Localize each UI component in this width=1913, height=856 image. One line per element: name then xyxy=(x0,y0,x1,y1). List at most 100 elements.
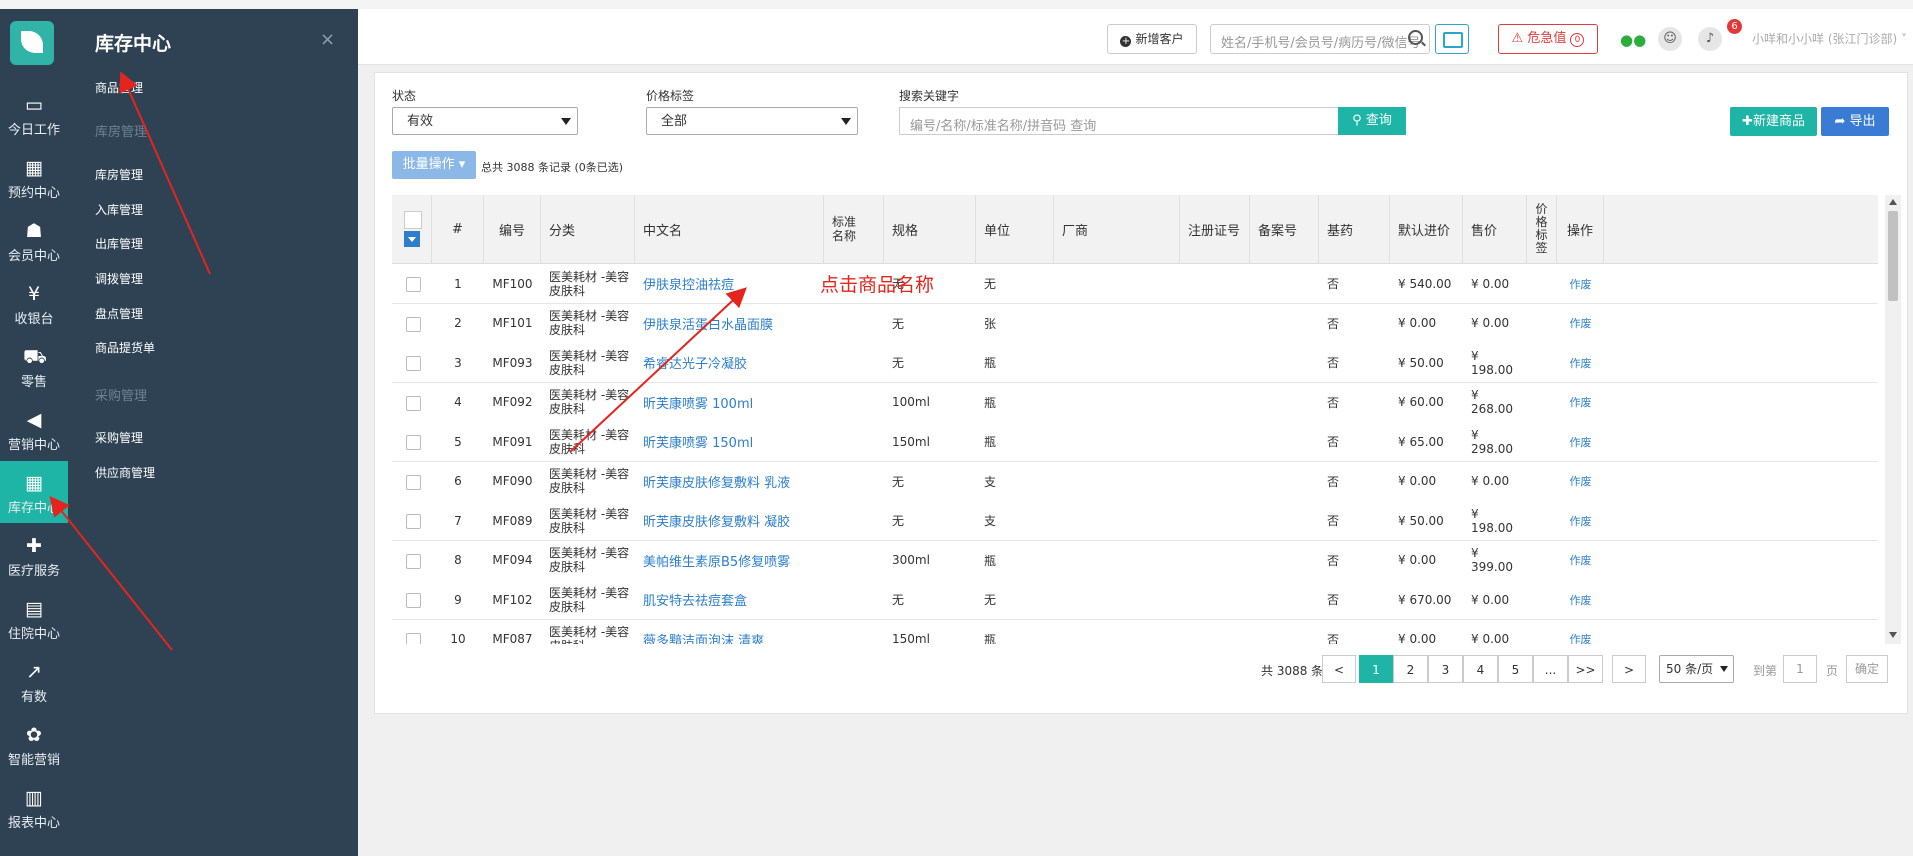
void-link[interactable]: 作废 xyxy=(1570,592,1592,608)
cell-op[interactable]: 作废 xyxy=(1557,304,1604,343)
row-checkbox[interactable] xyxy=(406,356,421,371)
export-button[interactable]: ➦ 导出 xyxy=(1821,107,1889,136)
cell-op[interactable]: 作废 xyxy=(1557,501,1604,540)
cell-text[interactable]: 昕芙康喷雾 150ml xyxy=(643,432,753,451)
goto-page-input[interactable]: 1 xyxy=(1783,655,1817,683)
submenu-item-inventory-check[interactable]: 盘点管理 xyxy=(95,305,143,322)
user-menu[interactable]: 小咩和小小咩 (张江门诊部) ˅ xyxy=(1752,30,1907,47)
scroll-thumb[interactable] xyxy=(1888,211,1898,301)
cell-text[interactable]: 伊肤泉活蛋白水晶面膜 xyxy=(643,314,773,333)
page-jump-button[interactable]: >> xyxy=(1568,655,1603,683)
row-checkbox[interactable] xyxy=(406,474,421,490)
cell-name-link[interactable]: 薇多黯洁面泡沫 清爽 xyxy=(643,620,824,645)
cell-text[interactable]: 美帕维生素原B5修复喷雾 xyxy=(643,551,790,570)
void-link[interactable]: 作废 xyxy=(1570,394,1592,410)
cell-name-link[interactable]: 肌安特去祛痘套盒 xyxy=(643,580,824,619)
cell-text[interactable]: 昕芙康皮肤修复敷料 凝胶 xyxy=(643,511,790,530)
select-all-checkbox[interactable] xyxy=(404,211,422,229)
submenu-item-inbound[interactable]: 入库管理 xyxy=(95,201,143,218)
status-select[interactable]: 有效 xyxy=(392,107,578,135)
void-link[interactable]: 作废 xyxy=(1570,276,1592,292)
page-next-button[interactable]: > xyxy=(1612,655,1646,683)
void-link[interactable]: 作废 xyxy=(1570,315,1592,331)
cell-op[interactable]: 作废 xyxy=(1557,580,1604,619)
cell-text[interactable]: 肌安特去祛痘套盒 xyxy=(643,590,747,609)
batch-action-button[interactable]: 批量操作 ▾ xyxy=(392,151,476,179)
cell-name-link[interactable]: 伊肤泉活蛋白水晶面膜 xyxy=(643,304,824,343)
page-4-button[interactable]: 4 xyxy=(1463,655,1498,683)
page-3-button[interactable]: 3 xyxy=(1428,655,1463,683)
void-link[interactable]: 作废 xyxy=(1570,434,1592,450)
cell-op[interactable]: 作废 xyxy=(1557,343,1604,382)
rail-item-2[interactable]: ▦ 预约中心 xyxy=(0,146,68,208)
void-link[interactable]: 作废 xyxy=(1570,552,1592,568)
search-icon[interactable] xyxy=(1408,30,1423,45)
row-checkbox[interactable] xyxy=(406,632,421,644)
rail-item-11[interactable]: ✿ 智能营销 xyxy=(0,713,68,775)
rail-item-8[interactable]: ✚ 医疗服务 xyxy=(0,524,68,586)
rail-item-10[interactable]: ↗ 有数 xyxy=(0,650,68,712)
query-button[interactable]: ⚲ 查询 xyxy=(1338,107,1406,135)
cell-name-link[interactable]: 昕芙康喷雾 150ml xyxy=(643,422,824,461)
void-link[interactable]: 作废 xyxy=(1570,473,1592,489)
cell-op[interactable]: 作废 xyxy=(1557,620,1604,644)
cell-op[interactable]: 作废 xyxy=(1557,422,1604,461)
row-checkbox[interactable] xyxy=(406,435,421,450)
cell-text[interactable]: 希睿达光子冷凝胶 xyxy=(643,353,747,372)
row-checkbox[interactable] xyxy=(406,593,421,608)
cell-text[interactable]: 昕芙康皮肤修复敷料 乳液 xyxy=(643,472,790,491)
submenu-item-pickup[interactable]: 商品提货单 xyxy=(95,339,155,356)
cell-op[interactable]: 作废 xyxy=(1557,541,1604,580)
submenu-item-transfer[interactable]: 调拨管理 xyxy=(95,270,143,287)
cell-name-link[interactable]: 昕芙康皮肤修复敷料 乳液 xyxy=(643,462,824,501)
rail-item-7[interactable]: ▦ 库存中心 xyxy=(0,461,68,523)
keyword-input[interactable]: 编号/名称/标准名称/拼音码 查询 xyxy=(899,107,1338,135)
submenu-item-outbound[interactable]: 出库管理 xyxy=(95,235,143,252)
page-prev-button[interactable]: < xyxy=(1322,655,1356,683)
cell-op[interactable]: 作废 xyxy=(1557,264,1604,303)
cell-name-link[interactable]: 美帕维生素原B5修复喷雾 xyxy=(643,541,824,580)
row-checkbox[interactable] xyxy=(406,316,421,332)
row-checkbox[interactable] xyxy=(406,395,421,411)
row-checkbox[interactable] xyxy=(406,277,421,292)
rail-item-6[interactable]: ◀ 营销中心 xyxy=(0,398,68,460)
cell-name-link[interactable]: 昕芙康喷雾 100ml xyxy=(643,383,824,422)
goto-confirm-button[interactable]: 确定 xyxy=(1846,655,1888,683)
rail-item-3[interactable]: ☗ 会员中心 xyxy=(0,209,68,271)
submenu-item-warehouse[interactable]: 库房管理 xyxy=(95,166,143,183)
row-checkbox[interactable] xyxy=(406,514,421,529)
submenu-item-goods[interactable]: 商品管理 xyxy=(95,79,143,96)
rail-item-9[interactable]: ▤ 住院中心 xyxy=(0,587,68,649)
page-1-button[interactable]: 1 xyxy=(1359,655,1393,683)
scroll-up-icon[interactable] xyxy=(1889,199,1897,205)
wechat-icon[interactable]: ●● xyxy=(1620,31,1646,49)
rail-item-1[interactable]: ▭ 今日工作 xyxy=(0,83,68,145)
cell-op[interactable]: 作废 xyxy=(1557,462,1604,501)
page-5-button[interactable]: 5 xyxy=(1498,655,1533,683)
rail-item-12[interactable]: ▥ 报表中心 xyxy=(0,776,68,838)
page-size-select[interactable]: 50 条/页 xyxy=(1659,655,1734,683)
close-icon[interactable]: × xyxy=(320,29,335,50)
cell-text[interactable]: 伊肤泉控油祛痘 xyxy=(643,274,734,293)
void-link[interactable]: 作废 xyxy=(1570,355,1592,371)
cell-op[interactable]: 作废 xyxy=(1557,383,1604,422)
rail-item-5[interactable]: ⛟ 零售 xyxy=(0,335,68,397)
rail-item-4[interactable]: ¥ 收银台 xyxy=(0,272,68,334)
cell-name-link[interactable]: 希睿达光子冷凝胶 xyxy=(643,343,824,382)
cell-name-link[interactable]: 伊肤泉控油祛痘 xyxy=(643,264,824,303)
cell-text[interactable]: 薇多黯洁面泡沫 清爽 xyxy=(643,630,764,645)
void-link[interactable]: 作废 xyxy=(1570,513,1592,529)
danger-value-button[interactable]: ⚠ 危急值 0 xyxy=(1498,24,1598,54)
page-2-button[interactable]: 2 xyxy=(1393,655,1428,683)
select-dropdown-icon[interactable] xyxy=(404,231,420,247)
customer-search-input[interactable]: 姓名/手机号/会员号/病历号/微信号 xyxy=(1210,24,1430,54)
submenu-item-supplier[interactable]: 供应商管理 xyxy=(95,464,155,481)
scroll-down-icon[interactable] xyxy=(1889,632,1897,638)
app-logo[interactable] xyxy=(10,21,54,65)
id-card-icon[interactable] xyxy=(1435,24,1469,54)
new-goods-button[interactable]: ✚新建商品 xyxy=(1730,107,1817,136)
cell-name-link[interactable]: 昕芙康皮肤修复敷料 凝胶 xyxy=(643,501,824,540)
users-icon[interactable]: ☺ xyxy=(1658,27,1682,51)
row-checkbox[interactable] xyxy=(406,553,421,569)
new-customer-button[interactable]: + 新增客户 xyxy=(1107,24,1197,54)
